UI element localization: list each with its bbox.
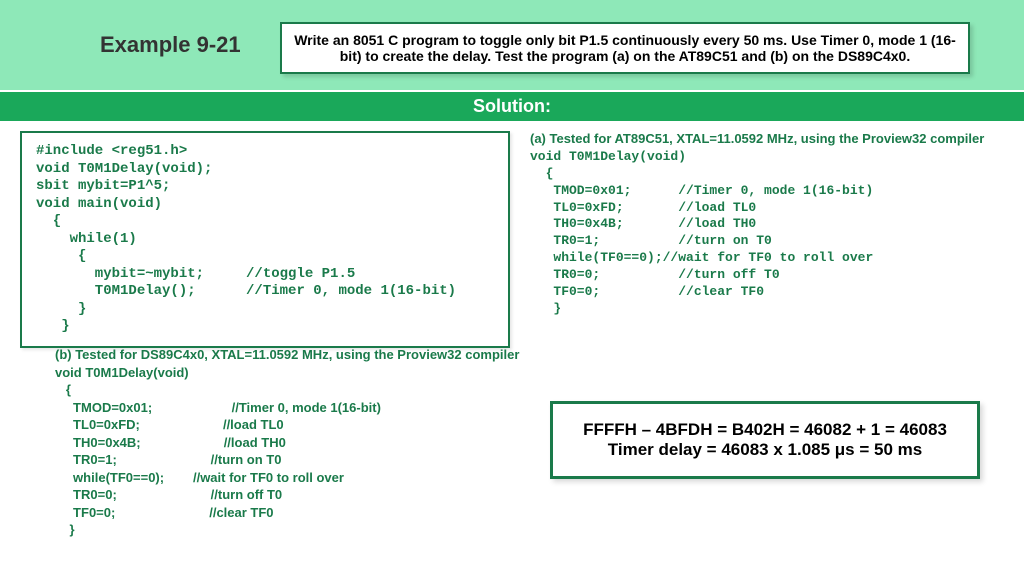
main-code-box: #include <reg51.h> void T0M1Delay(void);… [20, 131, 510, 348]
part-b-block: (b) Tested for DS89C4x0, XTAL=11.0592 MH… [55, 346, 525, 539]
part-b-line: TL0=0xFD; //load TL0 [55, 416, 525, 434]
calc-line1: FFFFH – 4BFDH = B402H = 46082 + 1 = 4608… [563, 420, 967, 440]
part-a-block: (a) Tested for AT89C51, XTAL=11.0592 MHz… [530, 131, 1010, 318]
part-a-label: (a) Tested for AT89C51, XTAL=11.0592 MHz… [530, 131, 984, 146]
part-b-sig: void T0M1Delay(void) [55, 364, 525, 382]
part-b-line: TH0=0x4B; //load TH0 [55, 434, 525, 452]
part-b-line: TR0=0; //turn off T0 [55, 486, 525, 504]
part-b-line: TF0=0; //clear TF0 [55, 504, 525, 522]
part-b-line: TR0=1; //turn on T0 [55, 451, 525, 469]
problem-statement: Write an 8051 C program to toggle only b… [280, 22, 970, 74]
part-a-sig: void T0M1Delay(void) [530, 149, 686, 164]
header: Example 9-21 Write an 8051 C program to … [0, 0, 1024, 90]
part-b-line: { [55, 381, 525, 399]
part-b-line: TMOD=0x01; //Timer 0, mode 1(16-bit) [55, 399, 525, 417]
part-a-body: { TMOD=0x01; //Timer 0, mode 1(16-bit) T… [530, 166, 873, 316]
part-b-label: (b) Tested for DS89C4x0, XTAL=11.0592 MH… [55, 346, 525, 364]
part-b-line: while(TF0==0); //wait for TF0 to roll ov… [55, 469, 525, 487]
calc-line2: Timer delay = 46083 x 1.085 μs = 50 ms [563, 440, 967, 460]
calculation-box: FFFFH – 4BFDH = B402H = 46082 + 1 = 4608… [550, 401, 980, 479]
part-b-line: } [55, 521, 525, 539]
content-area: #include <reg51.h> void T0M1Delay(void);… [0, 121, 1024, 358]
solution-bar: Solution: [0, 90, 1024, 121]
example-title: Example 9-21 [100, 32, 241, 58]
